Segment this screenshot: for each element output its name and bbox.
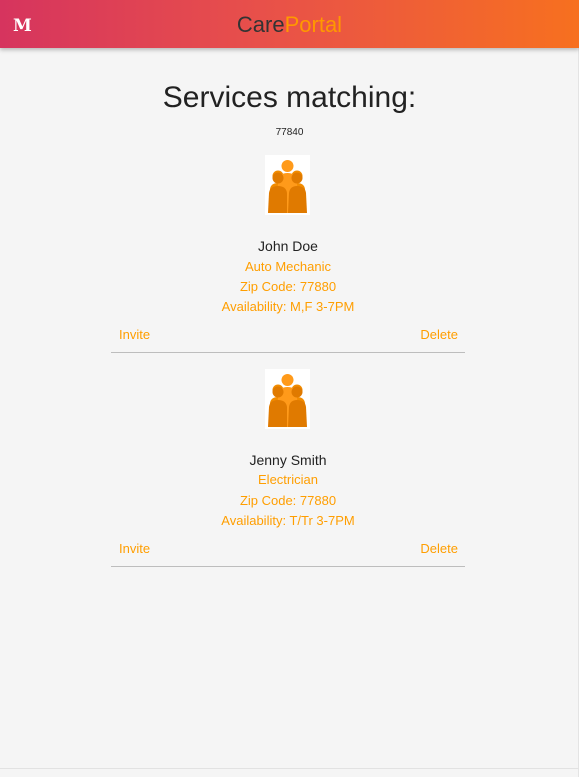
people-group-icon xyxy=(265,155,310,215)
provider-name: John Doe xyxy=(258,238,318,254)
page: M CarePortal Services matching: 77840 Jo… xyxy=(0,0,579,777)
footer-divider xyxy=(0,768,579,769)
delete-button[interactable]: Delete xyxy=(420,327,458,343)
provider-zip: Zip Code: 77880 xyxy=(239,493,337,508)
page-title: Services matching: xyxy=(162,81,417,114)
people-group-icon xyxy=(265,369,310,429)
provider-card: Jenny Smith Electrician Zip Code: 77880 … xyxy=(111,369,465,567)
search-zip-code: 77840 xyxy=(275,127,304,138)
invite-button[interactable]: Invite xyxy=(119,541,150,557)
provider-name: Jenny Smith xyxy=(249,452,327,468)
navbar: M CarePortal xyxy=(0,0,579,48)
brand-portal-text: Portal xyxy=(284,12,343,37)
provider-service: Electrician xyxy=(258,472,318,487)
brand-title[interactable]: CarePortal xyxy=(0,12,579,38)
brand-care-text: Care xyxy=(236,12,285,37)
delete-button[interactable]: Delete xyxy=(420,541,458,557)
provider-availability: Availability: M,F 3-7PM xyxy=(221,299,355,314)
provider-card: John Doe Auto Mechanic Zip Code: 77880 A… xyxy=(111,155,465,353)
provider-zip: Zip Code: 77880 xyxy=(239,279,337,294)
provider-availability: Availability: T/Tr 3-7PM xyxy=(221,513,355,528)
provider-service: Auto Mechanic xyxy=(245,259,331,274)
invite-button[interactable]: Invite xyxy=(119,327,150,343)
